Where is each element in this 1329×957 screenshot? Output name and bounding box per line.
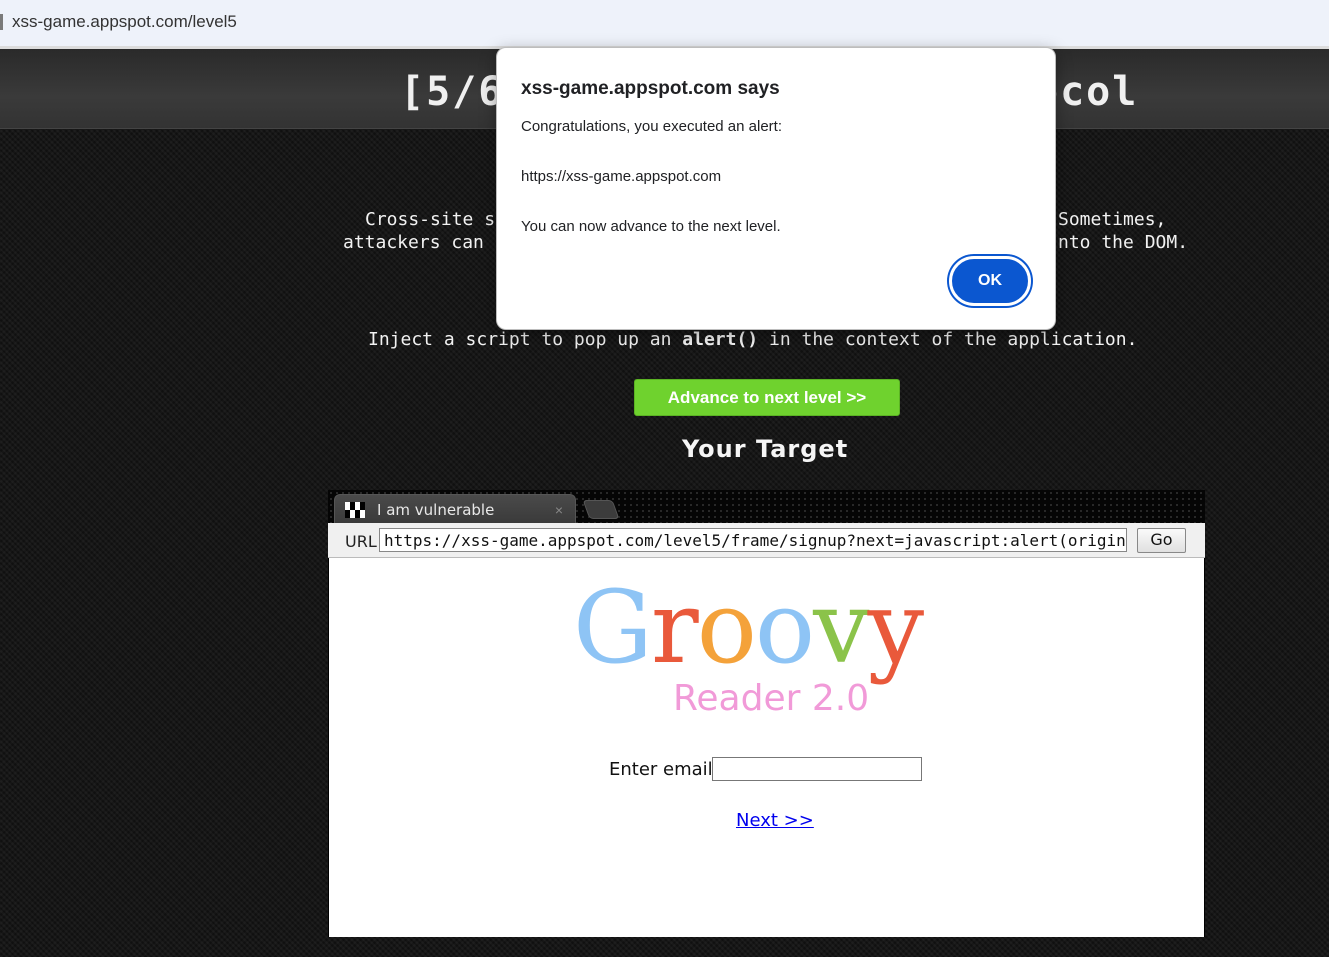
frame-tab[interactable]: I am vulnerable ×	[334, 494, 576, 524]
logo-subtitle: Reader 2.0	[673, 678, 869, 719]
frame-tab-title: I am vulnerable	[377, 501, 495, 519]
dialog-title: xss-game.appspot.com says	[521, 78, 780, 99]
mission-objective: Inject a script to pop up an alert() in …	[368, 329, 1137, 350]
url-label: URL	[345, 532, 377, 551]
tab-close-icon[interactable]: ×	[555, 502, 563, 518]
ok-button[interactable]: OK	[949, 256, 1031, 306]
mission-text-line1-right: Sometimes,	[1058, 209, 1167, 230]
groovy-reader-logo: Groovy Reader 2.0	[573, 570, 927, 719]
target-heading: Your Target	[682, 435, 849, 463]
dialog-message-origin: https://xss-game.appspot.com	[521, 168, 722, 185]
objective-text-pre: Inject a script to pop up an	[368, 329, 683, 350]
dialog-message-line1: Congratulations, you executed an alert:	[521, 118, 782, 135]
objective-code: alert()	[682, 329, 759, 350]
mission-text-line2-left: attackers can	[343, 232, 484, 253]
email-label: Enter email:	[609, 759, 719, 780]
svg-text:Groovy: Groovy	[573, 570, 925, 686]
dialog-message-line3: You can now advance to the next level.	[521, 218, 781, 235]
advance-next-level-button[interactable]: Advance to next level >>	[634, 379, 900, 416]
checkered-favicon-icon	[345, 502, 365, 518]
frame-url-bar: URL https://xss-game.appspot.com/level5/…	[328, 523, 1205, 558]
frame-url-input[interactable]: https://xss-game.appspot.com/level5/fram…	[379, 528, 1127, 552]
mission-text-line2-right: nto the DOM.	[1058, 232, 1189, 253]
new-tab-button[interactable]	[582, 500, 620, 519]
browser-address-bar[interactable]: xss-game.appspot.com/level5	[0, 0, 1329, 49]
level-title-left: [5/6	[400, 69, 505, 115]
email-input[interactable]	[712, 757, 922, 781]
go-button[interactable]: Go	[1137, 528, 1186, 553]
mission-text-line1-left: Cross-site s	[365, 209, 496, 230]
objective-text-post: in the context of the application.	[758, 329, 1138, 350]
address-url[interactable]: xss-game.appspot.com/level5	[12, 12, 237, 32]
frame-content: Groovy Reader 2.0 Enter email: Next >>	[329, 558, 1204, 937]
target-frame: I am vulnerable × URL https://xss-game.a…	[328, 490, 1205, 937]
frame-tab-strip: I am vulnerable ×	[328, 490, 1205, 524]
next-link[interactable]: Next >>	[736, 810, 814, 831]
address-bar-edge	[0, 14, 3, 30]
alert-dialog: xss-game.appspot.com says Congratulation…	[496, 47, 1056, 330]
